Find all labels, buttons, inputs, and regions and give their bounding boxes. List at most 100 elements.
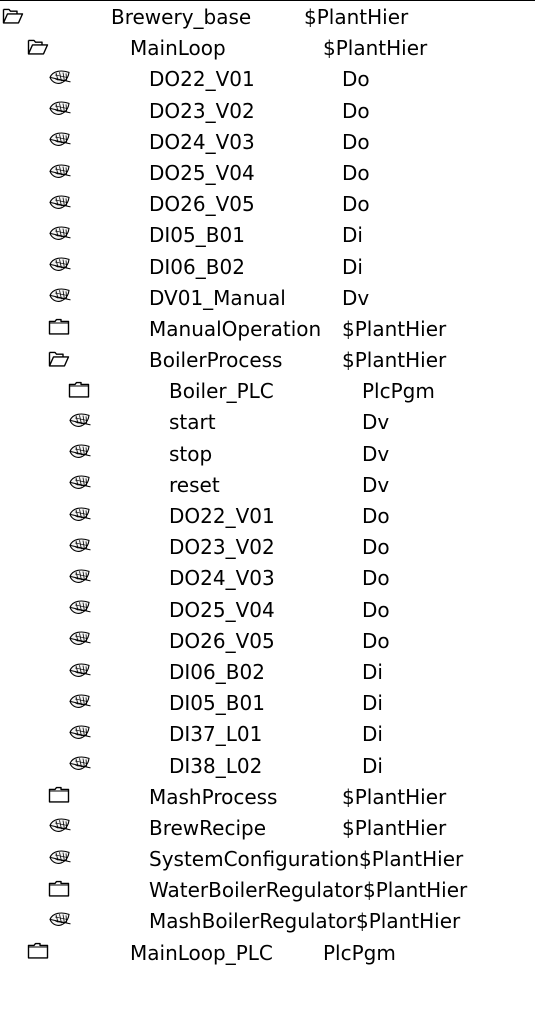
tree-item-name: DO25_V04 [149,160,255,185]
leaf-icon [48,906,72,937]
leaf-icon [68,439,92,470]
tree-row[interactable]: MashBoilerRegulator $PlantHier [0,906,535,937]
folder-closed-icon[interactable] [48,875,70,906]
tree-item-name: DI38_L02 [169,753,263,778]
tree-row[interactable]: DI05_B01 Di [0,220,535,251]
leaf-icon [48,158,72,189]
folder-open-icon[interactable] [2,2,24,33]
tree-row[interactable]: stop Dv [0,439,535,470]
tree-item-name: DO26_V05 [149,192,255,217]
tree-row[interactable]: DI05_B01 Di [0,688,535,719]
tree-item-name: DO22_V01 [149,67,255,92]
tree-item-name: DV01_Manual [149,285,286,310]
tree-item-name: MashProcess [149,784,278,809]
tree-item-name: start [169,410,216,435]
tree-item-name: MainLoop_PLC [130,940,273,965]
tree-item-class: $PlantHier [359,847,464,872]
tree-row[interactable]: DI37_L01 Di [0,719,535,750]
leaf-icon [68,688,92,719]
leaf-icon [48,844,72,875]
tree-row[interactable]: DI06_B02 Di [0,252,535,283]
tree-item-class: PlcPgm [323,940,396,965]
tree-item-class: Dv [342,285,370,310]
folder-closed-icon[interactable] [27,938,49,969]
tree-item-class: Do [362,504,390,528]
leaf-icon [48,251,72,282]
tree-row[interactable]: DO23_V02 Do [0,96,535,127]
folder-closed-icon[interactable] [68,376,90,407]
tree-item-class: Do [342,129,370,154]
tree-row[interactable]: DO25_V04 Do [0,595,535,626]
tree-item-name: DI06_B02 [149,254,245,279]
folder-closed-icon[interactable] [48,782,70,813]
tree-item-name: MainLoop [130,36,226,61]
tree-item-class: Dv [362,441,390,466]
tree-row[interactable]: SystemConfiguration $PlantHier [0,844,535,875]
tree-item-class: Do [362,535,390,560]
leaf-icon [68,470,92,501]
tree-row[interactable]: WaterBoilerRegulator $PlantHier [0,875,535,906]
tree-row[interactable]: Boiler_PLC PlcPgm [0,376,535,407]
leaf-icon [68,595,92,626]
tree-row[interactable]: DO24_V03 Do [0,127,535,158]
tree-item-class: Do [342,67,370,92]
tree-row[interactable]: start Dv [0,407,535,438]
tree-item-class: Di [362,722,383,747]
tree-row[interactable]: reset Dv [0,470,535,501]
tree-row[interactable]: MashProcess $PlantHier [0,782,535,813]
tree-item-class: Di [342,254,363,279]
tree-row[interactable]: DO22_V01 Do [0,64,535,95]
leaf-icon [48,127,72,158]
tree-item-name: BoilerProcess [149,348,283,373]
leaf-icon [68,657,92,688]
tree-item-class: $PlantHier [363,878,468,903]
tree-item-class: Do [342,160,370,185]
leaf-icon [48,64,72,95]
tree-row[interactable]: Brewery_base $PlantHier [0,2,535,33]
folder-open-icon[interactable] [27,33,49,64]
tree-item-name: DO23_V02 [169,535,275,560]
tree-row[interactable]: DI06_B02 Di [0,657,535,688]
tree-item-name: DI06_B02 [169,659,265,684]
tree-item-class: $PlantHier [323,36,428,61]
tree-item-name: DI37_L01 [169,722,263,747]
tree-row[interactable]: BoilerProcess $PlantHier [0,345,535,376]
tree-row[interactable]: MainLoop $PlantHier [0,33,535,64]
tree-item-name: DO22_V01 [169,504,275,528]
tree-row[interactable]: DI38_L02 Di [0,751,535,782]
plant-hierarchy-tree[interactable]: Brewery_base $PlantHier MainLoop $PlantHier… [0,2,535,969]
tree-item-class: Do [362,628,390,653]
top-border [0,0,535,1]
leaf-icon [68,407,92,438]
tree-item-name: SystemConfiguration [149,847,360,872]
tree-item-class: Dv [362,410,390,435]
tree-item-name: DO25_V04 [169,597,275,622]
leaf-icon [48,189,72,220]
tree-row[interactable]: DO26_V05 Do [0,189,535,220]
tree-row[interactable]: DO22_V01 Do [0,501,535,532]
tree-item-name: Brewery_base [111,5,252,29]
tree-row[interactable]: DV01_Manual Dv [0,283,535,314]
tree-row[interactable]: DO26_V05 Do [0,626,535,657]
tree-item-class: PlcPgm [362,379,435,404]
leaf-icon [48,220,72,251]
tree-row[interactable]: ManualOperation $PlantHier [0,314,535,345]
tree-item-class: Di [362,659,383,684]
tree-item-name: DO24_V03 [149,129,255,154]
tree-item-name: WaterBoilerRegulator [149,878,363,903]
tree-row[interactable]: MainLoop_PLC PlcPgm [0,938,535,969]
tree-item-class: $PlantHier [342,784,447,809]
folder-closed-icon[interactable] [48,314,70,345]
tree-item-class: Di [362,753,383,778]
tree-row[interactable]: DO25_V04 Do [0,158,535,189]
leaf-icon [48,96,72,127]
tree-row[interactable]: DO24_V03 Do [0,563,535,594]
folder-open-icon[interactable] [48,345,70,376]
tree-item-class: Di [342,223,363,248]
tree-row[interactable]: DO23_V02 Do [0,532,535,563]
tree-item-class: $PlantHier [342,316,447,341]
tree-item-class: Di [362,691,383,716]
tree-item-class: Do [342,98,370,123]
leaf-icon [48,283,72,314]
tree-row[interactable]: BrewRecipe $PlantHier [0,813,535,844]
